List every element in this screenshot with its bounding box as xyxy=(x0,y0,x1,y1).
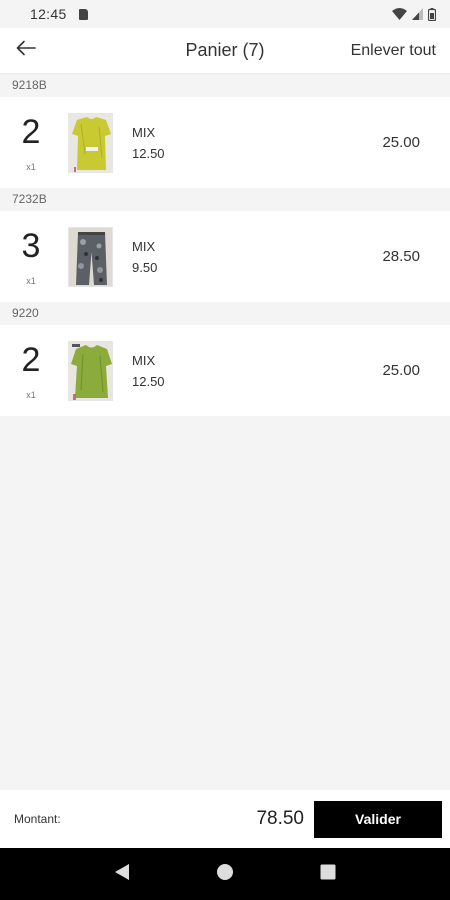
cart-item[interactable]: 2 x1 MIX 12.50 25.00 xyxy=(0,325,450,416)
nav-home-button[interactable] xyxy=(210,859,240,889)
quantity-value: 2 xyxy=(21,113,41,151)
item-info: MIX 9.50 xyxy=(132,239,157,275)
back-button[interactable] xyxy=(0,28,52,74)
cart-item[interactable]: 3 x1 MIX 9.50 28.50 xyxy=(0,211,450,302)
cart-item[interactable]: 2 x1 MIX 12.50 25.00 xyxy=(0,97,450,188)
home-circle-icon xyxy=(216,863,234,886)
status-icons xyxy=(392,7,436,21)
status-time: 12:45 xyxy=(30,6,67,22)
item-unit-price: 12.50 xyxy=(132,373,165,389)
amount-value: 78.50 xyxy=(256,808,304,829)
green-dress-photo xyxy=(69,341,112,400)
yellow-dress-photo xyxy=(69,113,112,172)
back-triangle-icon xyxy=(114,863,130,886)
quantity-block[interactable]: 3 x1 xyxy=(0,211,62,302)
item-name: MIX xyxy=(132,124,156,140)
quantity-unit: x1 xyxy=(26,276,36,286)
item-total: 25.00 xyxy=(382,362,420,379)
quantity-block[interactable]: 2 x1 xyxy=(0,97,62,188)
item-ref-header: 9220 xyxy=(0,302,450,325)
item-name: MIX xyxy=(132,238,156,254)
cart-list: 9218B 2 x1 MIX 12.50 25.00 7232B 3 x1 MI… xyxy=(0,74,450,416)
amount-label: Montant: xyxy=(14,812,61,826)
item-info: MIX 12.50 xyxy=(132,353,165,389)
nav-recents-button[interactable] xyxy=(313,859,343,889)
quantity-block[interactable]: 2 x1 xyxy=(0,325,62,416)
status-bar: 12:45 xyxy=(0,0,450,28)
battery-icon xyxy=(428,7,436,21)
product-image[interactable] xyxy=(68,340,113,401)
sim-card-icon xyxy=(78,8,88,20)
quantity-value: 2 xyxy=(21,341,41,379)
camouflage-trousers-photo xyxy=(69,227,112,286)
item-info: MIX 12.50 xyxy=(132,125,165,161)
item-ref-header: 7232B xyxy=(0,188,450,211)
app-bar: Panier (7) Enlever tout xyxy=(0,28,450,74)
arrow-left-icon xyxy=(16,40,36,61)
recents-square-icon xyxy=(320,864,336,885)
item-unit-price: 9.50 xyxy=(132,259,158,275)
quantity-value: 3 xyxy=(21,227,41,265)
quantity-unit: x1 xyxy=(26,162,36,172)
wifi-icon xyxy=(392,8,407,20)
quantity-unit: x1 xyxy=(26,390,36,400)
product-image[interactable] xyxy=(68,112,113,173)
signal-icon xyxy=(412,8,423,20)
validate-button[interactable]: Valider xyxy=(314,800,442,838)
footer-bar: Montant: 78.50 Valider xyxy=(0,790,450,848)
item-name: MIX xyxy=(132,352,156,368)
product-image[interactable] xyxy=(68,226,113,287)
clear-all-button[interactable]: Enlever tout xyxy=(351,42,436,60)
item-unit-price: 12.50 xyxy=(132,145,165,161)
system-nav-bar xyxy=(0,848,450,900)
item-total: 28.50 xyxy=(382,248,420,265)
nav-back-button[interactable] xyxy=(107,859,137,889)
item-ref-header: 9218B xyxy=(0,74,450,97)
item-total: 25.00 xyxy=(382,134,420,151)
